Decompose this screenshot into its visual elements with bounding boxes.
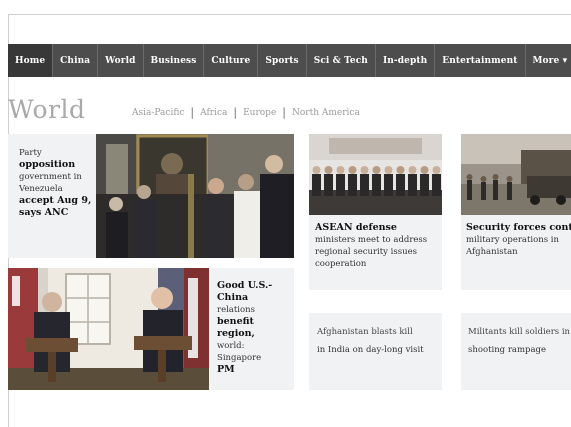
subnav-item-north-america[interactable]: North America	[287, 108, 365, 118]
us-china-story-line: region,	[217, 328, 255, 339]
nav-item-more[interactable]: More ▾	[526, 44, 571, 77]
lead-story-line: accept Aug 9,	[19, 195, 92, 206]
asean-story-headline[interactable]: ASEAN defense	[315, 222, 442, 234]
us-china-story-line: benefit	[217, 316, 254, 327]
nav-item-culture[interactable]: Culture	[204, 44, 259, 77]
group-photo-image	[309, 134, 442, 215]
asean-story-card[interactable]: ASEAN defense ministers meet to address …	[309, 134, 442, 290]
us-china-story-line: relations	[217, 305, 255, 315]
subnav-item-europe[interactable]: Europe	[238, 108, 281, 118]
press-conference-photo-image	[8, 268, 209, 390]
section-subnav: Asia-Pacific | Africa | Europe | North A…	[127, 106, 365, 119]
asean-story-photo[interactable]	[309, 134, 442, 215]
lead-story-text: Party opposition government in Venezuela…	[8, 134, 96, 258]
asean-story-text: ASEAN defense ministers meet to address …	[309, 215, 442, 290]
nav-item-world[interactable]: World	[98, 44, 144, 77]
window-top-border	[8, 14, 571, 15]
nav-item-home[interactable]: Home	[8, 44, 54, 77]
lead-story-headline[interactable]: opposition	[19, 159, 96, 171]
us-china-story-text: Good U.S.- China relations benefit regio…	[209, 268, 294, 390]
us-china-story-line: world:	[217, 341, 245, 351]
lead-story-photo[interactable]	[96, 134, 294, 258]
us-china-story-headline[interactable]: Good U.S.-	[217, 280, 294, 292]
brief-story-card-left[interactable]: Afghanistan blasts kill in India on day-…	[309, 313, 442, 390]
subnav-item-africa[interactable]: Africa	[195, 108, 232, 118]
brief-story-line: shooting rampage	[468, 345, 546, 355]
nav-item-entertainment[interactable]: Entertainment	[435, 44, 526, 77]
us-china-story-headline[interactable]: China	[217, 292, 294, 304]
military-photo-image	[461, 134, 571, 215]
brief-story-line: Afghanistan blasts kill	[317, 327, 413, 337]
asean-story-line: cooperation	[315, 259, 367, 269]
security-story-line: military operations in	[466, 235, 559, 245]
lead-story-line: government in	[19, 172, 82, 182]
subnav-item-asia-pacific[interactable]: Asia-Pacific	[127, 108, 189, 118]
us-china-story-line: PM	[217, 364, 235, 375]
nav-item-sci-tech[interactable]: Sci & Tech	[307, 44, 376, 77]
security-story-headline[interactable]: Security forces continue	[466, 222, 571, 234]
nav-item-in-depth[interactable]: In-depth	[376, 44, 436, 77]
us-china-story-photo[interactable]	[8, 268, 209, 390]
brief-story-line: in India on day-long visit	[317, 345, 424, 355]
security-story-card[interactable]: Security forces continue military operat…	[461, 134, 571, 290]
lead-story-line: Venezuela	[19, 184, 63, 194]
lead-story-card[interactable]: Party opposition government in Venezuela…	[8, 134, 294, 258]
lead-story-kicker: Party	[19, 148, 42, 158]
ceremony-photo-image	[96, 134, 294, 258]
us-china-story-card[interactable]: Good U.S.- China relations benefit regio…	[8, 268, 294, 390]
security-story-photo[interactable]	[461, 134, 571, 215]
nav-item-sports[interactable]: Sports	[258, 44, 307, 77]
section-title: World	[8, 95, 86, 124]
lead-story-line: says ANC	[19, 207, 69, 218]
main-nav: Home China World Business Culture Sports…	[8, 44, 571, 77]
asean-story-line: regional security issues	[315, 247, 417, 257]
brief-story-line: Militants kill soldiers in	[468, 327, 571, 337]
nav-item-china[interactable]: China	[53, 44, 99, 77]
brief-story-card-right[interactable]: Militants kill soldiers in shooting ramp…	[461, 313, 571, 390]
security-story-line: Afghanistan	[466, 247, 518, 257]
security-story-text: Security forces continue military operat…	[461, 215, 571, 290]
nav-item-business[interactable]: Business	[144, 44, 205, 77]
us-china-story-line: Singapore	[217, 353, 262, 363]
asean-story-line: ministers meet to address	[315, 235, 428, 245]
